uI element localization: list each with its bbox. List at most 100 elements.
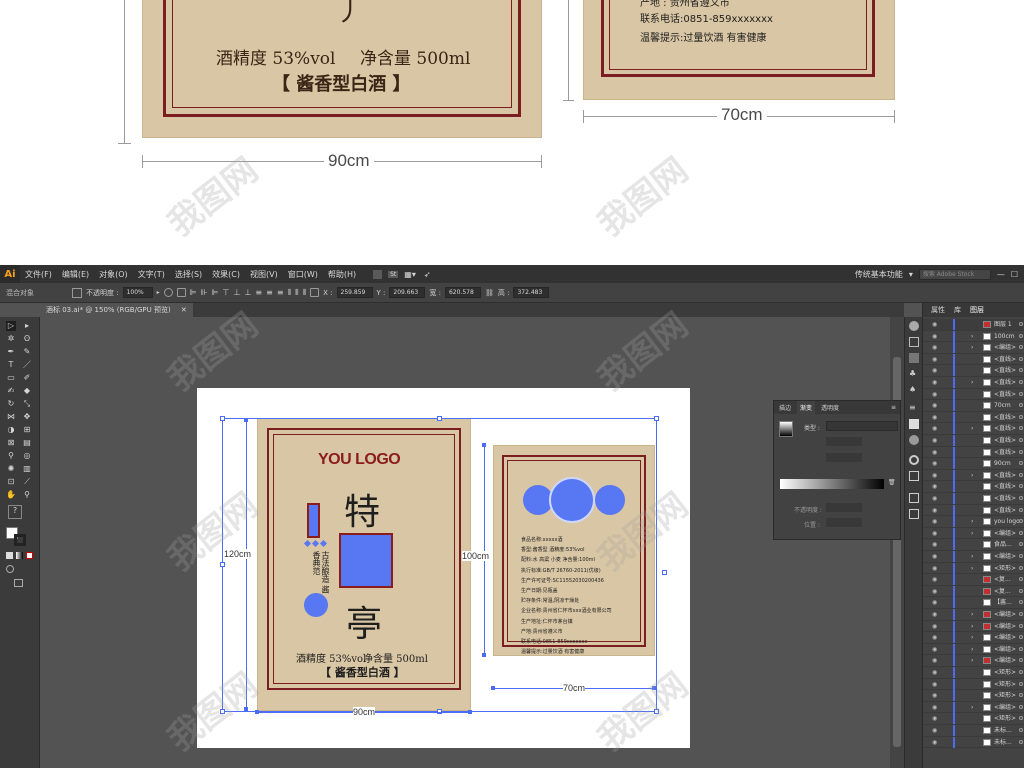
visibility-eye-icon[interactable]: ◉	[932, 702, 940, 713]
layer-target-indicator[interactable]	[1019, 356, 1023, 361]
seal-stamp[interactable]	[339, 533, 393, 588]
tab-layers[interactable]: 图层	[970, 305, 984, 315]
delete-stop-icon[interactable]: 🗑	[888, 479, 896, 486]
stock-icon[interactable]: St	[388, 270, 399, 278]
shape-builder-tool-icon[interactable]: ◑	[6, 425, 16, 435]
edit-toolbar-icon[interactable]: ?	[8, 505, 22, 519]
dim-width-big-text[interactable]: 90cm	[353, 707, 376, 717]
stroke-swatch-tool[interactable]	[14, 534, 26, 546]
artboards-icon[interactable]	[909, 509, 919, 519]
layer-target-indicator[interactable]	[1019, 704, 1023, 709]
visibility-eye-icon[interactable]: ◉	[932, 377, 940, 388]
visibility-eye-icon[interactable]: ◉	[932, 667, 940, 678]
front-alcohol[interactable]: 酒精度 53%vol	[296, 650, 366, 665]
tab-libraries[interactable]: 库	[954, 305, 961, 315]
layer-target-indicator[interactable]	[1019, 496, 1023, 500]
expand-chevron-icon[interactable]: ›	[971, 331, 973, 342]
distribute-middle-icon[interactable]: ≡	[266, 288, 273, 297]
layer-row[interactable]: ◉ <矩形>	[923, 713, 1024, 725]
layer-row[interactable]: ◉ › <编组>	[923, 620, 1024, 633]
layer-name[interactable]: 食品...	[994, 539, 1012, 550]
layer-target-indicator[interactable]	[1019, 507, 1023, 512]
width-tool-icon[interactable]: ⋈	[6, 412, 16, 422]
layer-name[interactable]: 未标...	[994, 737, 1012, 748]
maximize-icon[interactable]: ☐	[1011, 270, 1018, 279]
align-middle-icon[interactable]: ⊥	[233, 288, 240, 297]
opacity-field[interactable]: 100%	[122, 287, 153, 298]
shaper-tool-icon[interactable]: ✍	[6, 386, 16, 396]
layer-target-indicator[interactable]	[1019, 333, 1023, 338]
symbol-sprayer-tool-icon[interactable]: ✺	[6, 464, 16, 474]
vertical-scrollbar[interactable]	[890, 317, 904, 768]
opacity-chevron-icon[interactable]: ▸	[157, 289, 160, 296]
expand-chevron-icon[interactable]: ›	[971, 644, 973, 655]
brand-logo[interactable]: YOU LOGO	[318, 451, 401, 469]
type-tool-icon[interactable]: T	[6, 360, 16, 370]
none-mode-icon[interactable]	[26, 552, 33, 559]
export-icon[interactable]	[909, 493, 919, 503]
layer-name[interactable]: <直线>	[994, 470, 1016, 481]
layer-name[interactable]: <编组>	[994, 609, 1016, 620]
layer-row[interactable]: ◉ 未标...	[923, 725, 1024, 737]
visibility-eye-icon[interactable]: ◉	[932, 621, 940, 632]
selection-handle[interactable]	[654, 416, 659, 421]
visibility-eye-icon[interactable]: ◉	[932, 632, 940, 643]
expand-chevron-icon[interactable]: ›	[971, 342, 973, 353]
layer-target-indicator[interactable]	[1019, 391, 1023, 396]
layer-target-indicator[interactable]	[1019, 565, 1023, 570]
eyedropper-tool-icon[interactable]: ⚲	[6, 451, 16, 461]
stroke-swatch[interactable]	[72, 287, 82, 298]
visibility-eye-icon[interactable]: ◉	[932, 609, 940, 620]
slice-tool-icon[interactable]: ⟋	[22, 477, 32, 487]
selection-handle[interactable]	[437, 416, 442, 421]
layer-target-indicator[interactable]	[1019, 519, 1023, 524]
gradient-position-field[interactable]	[826, 518, 862, 527]
distribute-bottom-icon[interactable]: ≡	[277, 288, 284, 297]
layer-target-indicator[interactable]	[1019, 600, 1023, 605]
blend-tool-icon[interactable]: ◎	[22, 451, 32, 461]
x-field[interactable]: 259.859	[336, 287, 373, 298]
calligraphy-top[interactable]: 特	[344, 483, 380, 535]
layer-row[interactable]: ◉ <直线>	[923, 435, 1024, 447]
layer-name[interactable]: <直线>	[994, 435, 1016, 446]
calligraphy-bottom[interactable]: 亭	[346, 595, 382, 647]
visibility-eye-icon[interactable]: ◉	[932, 539, 940, 550]
y-field[interactable]: 209.663	[389, 287, 426, 298]
menu-edit[interactable]: 编辑(E)	[57, 269, 94, 280]
stroke-panel-icon[interactable]: ≡	[909, 403, 916, 412]
layer-row[interactable]: ◉ 图层 1	[923, 319, 1024, 331]
layer-target-indicator[interactable]	[1019, 612, 1023, 616]
layer-row[interactable]: ◉ › <矩形>	[923, 562, 1024, 575]
transparency-icon[interactable]	[909, 435, 919, 445]
align-top-icon[interactable]: ⊤	[223, 288, 230, 297]
layer-name[interactable]: <矩形>	[994, 679, 1016, 690]
symbols-icon[interactable]: ♣	[909, 369, 916, 378]
line-tool-icon[interactable]: ／	[22, 360, 32, 370]
layer-row[interactable]: ◉ › <编组>	[923, 643, 1024, 656]
expand-chevron-icon[interactable]: ›	[971, 632, 973, 643]
color-guide-icon[interactable]	[909, 321, 919, 331]
minimize-icon[interactable]: —	[997, 270, 1005, 279]
screen-mode-icon[interactable]	[14, 579, 23, 587]
layer-name[interactable]: <直线>	[994, 423, 1016, 434]
visibility-eye-icon[interactable]: ◉	[932, 597, 940, 608]
layer-row[interactable]: ◉ <矩形>	[923, 678, 1024, 691]
layer-row[interactable]: ◉ › <编组>	[923, 527, 1024, 540]
arrange-documents-icon[interactable]: ▦▾	[404, 270, 416, 279]
layer-row[interactable]: ◉ › <编组>	[923, 655, 1024, 667]
visibility-eye-icon[interactable]: ◉	[932, 644, 940, 655]
visibility-eye-icon[interactable]: ◉	[932, 481, 940, 492]
layer-name[interactable]: 70cm	[994, 400, 1011, 411]
expand-chevron-icon[interactable]: ›	[971, 528, 973, 539]
visibility-eye-icon[interactable]: ◉	[932, 458, 940, 469]
layer-name[interactable]: <编组>	[994, 528, 1016, 539]
layer-row[interactable]: ◉ <直线>	[923, 388, 1024, 401]
layer-row[interactable]: ◉ <直线>	[923, 353, 1024, 366]
visibility-eye-icon[interactable]: ◉	[932, 331, 940, 342]
magic-wand-tool-icon[interactable]: ✲	[6, 334, 16, 344]
layer-target-indicator[interactable]	[1019, 438, 1023, 442]
expand-chevron-icon[interactable]: ›	[971, 551, 973, 562]
tab-gradient[interactable]: 渐变	[797, 401, 816, 414]
dim-width-small-text[interactable]: 70cm	[563, 683, 586, 693]
back-label-text[interactable]: 食品名称:xxxxx酒 香型:酱香型 酒精度:53%vol 配料:水 高粱 小麦…	[521, 535, 636, 657]
